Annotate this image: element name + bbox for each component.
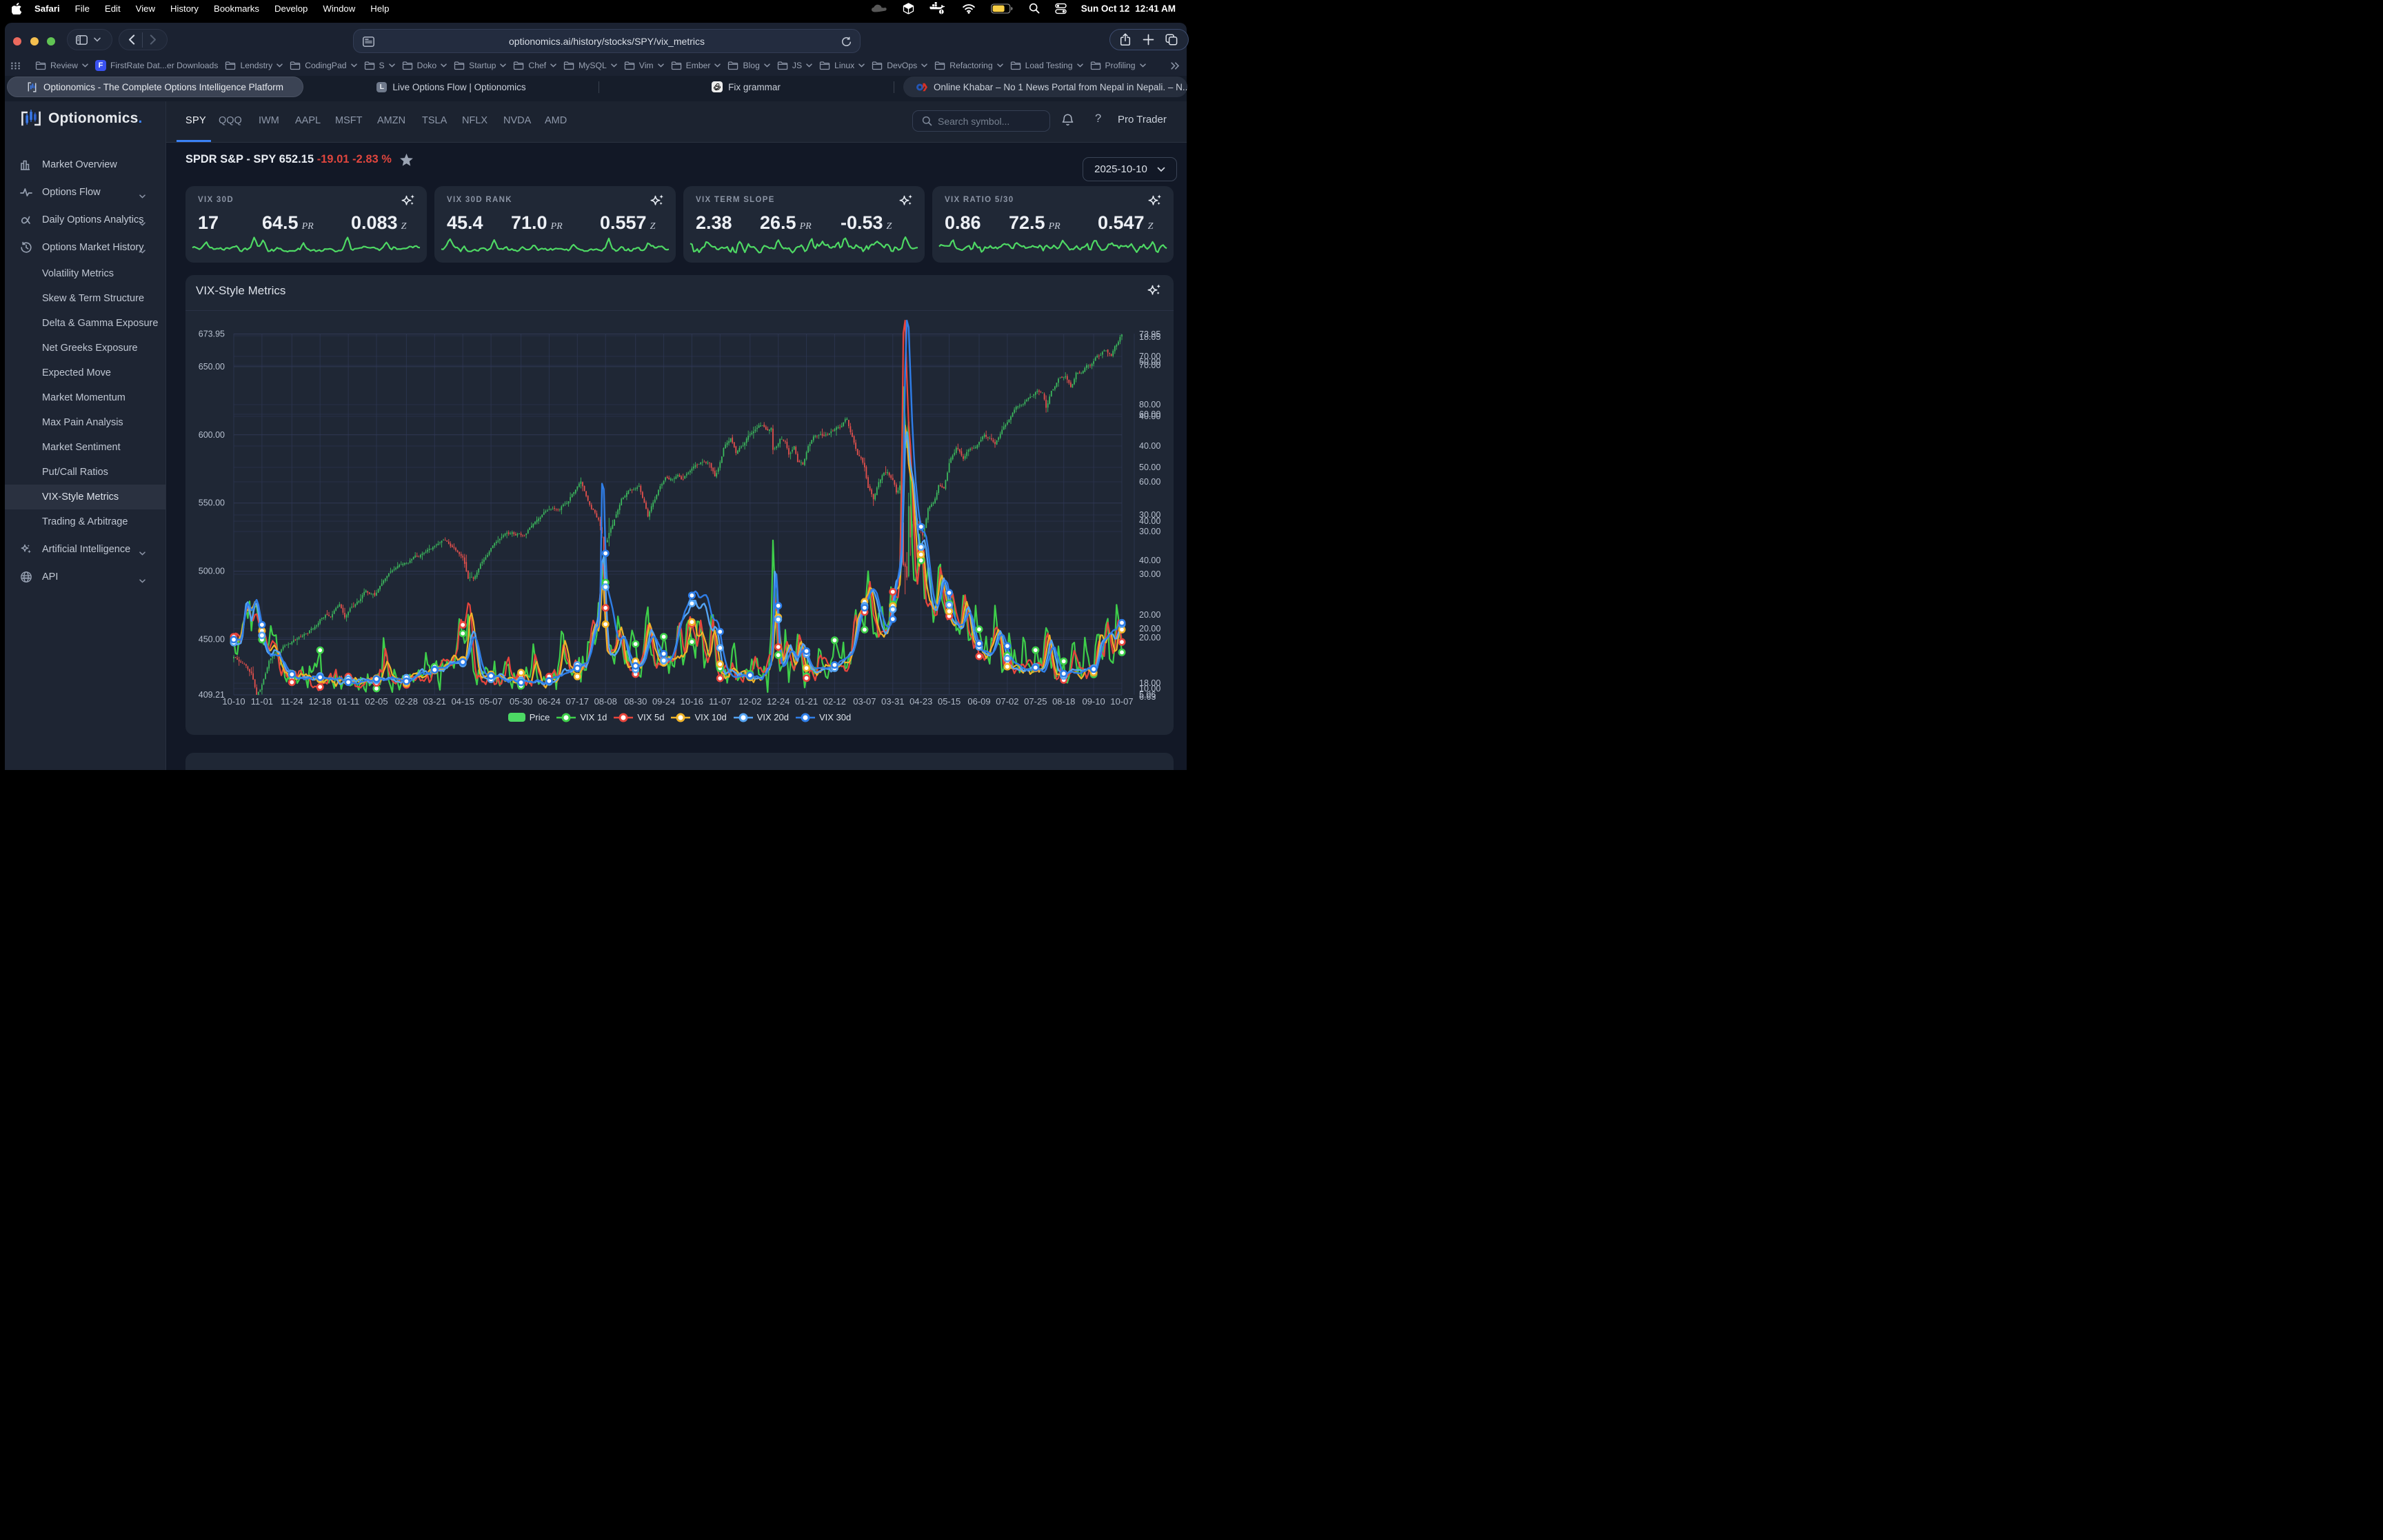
- svg-text:12-18: 12-18: [309, 696, 332, 707]
- svg-text:20.00: 20.00: [1139, 624, 1160, 634]
- svg-text:09-10: 09-10: [1082, 696, 1105, 707]
- svg-text:40.00: 40.00: [1139, 556, 1160, 565]
- svg-text:50.00: 50.00: [1139, 463, 1160, 472]
- svg-text:01-11: 01-11: [337, 696, 359, 707]
- svg-text:40.00: 40.00: [1139, 516, 1160, 526]
- svg-text:04-23: 04-23: [909, 696, 932, 707]
- svg-text:08-08: 08-08: [594, 696, 617, 707]
- svg-text:10-07: 10-07: [1110, 696, 1133, 707]
- svg-text:05-15: 05-15: [938, 696, 961, 707]
- svg-text:05-30: 05-30: [510, 696, 532, 707]
- svg-text:50.00: 50.00: [1139, 357, 1160, 367]
- svg-text:www: www: [21, 576, 30, 580]
- svg-text:500.00: 500.00: [199, 567, 225, 576]
- svg-text:03-31: 03-31: [881, 696, 904, 707]
- svg-text:30.00: 30.00: [1139, 527, 1160, 536]
- svg-text:12-24: 12-24: [767, 696, 790, 707]
- svg-text:20.00: 20.00: [1139, 633, 1160, 642]
- svg-text:60.00: 60.00: [1139, 477, 1160, 487]
- svg-text:409.21: 409.21: [199, 690, 225, 700]
- svg-text:650.00: 650.00: [199, 362, 225, 372]
- svg-text:09-24: 09-24: [652, 696, 675, 707]
- svg-text:07-17: 07-17: [566, 696, 589, 707]
- svg-text:11-24: 11-24: [281, 696, 303, 707]
- svg-text:10-10: 10-10: [222, 696, 245, 707]
- svg-text:06-24: 06-24: [538, 696, 561, 707]
- svg-text:11-01: 11-01: [251, 696, 273, 707]
- svg-text:05-07: 05-07: [479, 696, 502, 707]
- svg-text:03-07: 03-07: [853, 696, 876, 707]
- svg-text:07-02: 07-02: [996, 696, 1018, 707]
- svg-text:40.00: 40.00: [1139, 412, 1160, 421]
- svg-text:550.00: 550.00: [199, 498, 225, 508]
- svg-text:06-09: 06-09: [967, 696, 990, 707]
- svg-text:600.00: 600.00: [199, 430, 225, 440]
- svg-text:04-15: 04-15: [452, 696, 474, 707]
- svg-text:30.00: 30.00: [1139, 569, 1160, 579]
- svg-text:11-07: 11-07: [709, 696, 731, 707]
- svg-text:01-21: 01-21: [795, 696, 818, 707]
- svg-text:03-21: 03-21: [423, 696, 446, 707]
- svg-text:02-05: 02-05: [365, 696, 388, 707]
- svg-text:6.63: 6.63: [1139, 692, 1156, 702]
- svg-text:673.95: 673.95: [199, 330, 225, 339]
- svg-text:18.05: 18.05: [1139, 332, 1160, 342]
- svg-text:20.00: 20.00: [1139, 610, 1160, 620]
- svg-text:02-28: 02-28: [395, 696, 418, 707]
- svg-text:12-02: 12-02: [738, 696, 761, 707]
- svg-text:08-18: 08-18: [1052, 696, 1075, 707]
- svg-text:07-25: 07-25: [1024, 696, 1047, 707]
- svg-text:02-12: 02-12: [823, 696, 846, 707]
- svg-text:80.00: 80.00: [1139, 400, 1160, 409]
- svg-text:10-16: 10-16: [681, 696, 703, 707]
- svg-text:40.00: 40.00: [1139, 441, 1160, 451]
- svg-text:08-30: 08-30: [624, 696, 647, 707]
- svg-text:450.00: 450.00: [199, 634, 225, 644]
